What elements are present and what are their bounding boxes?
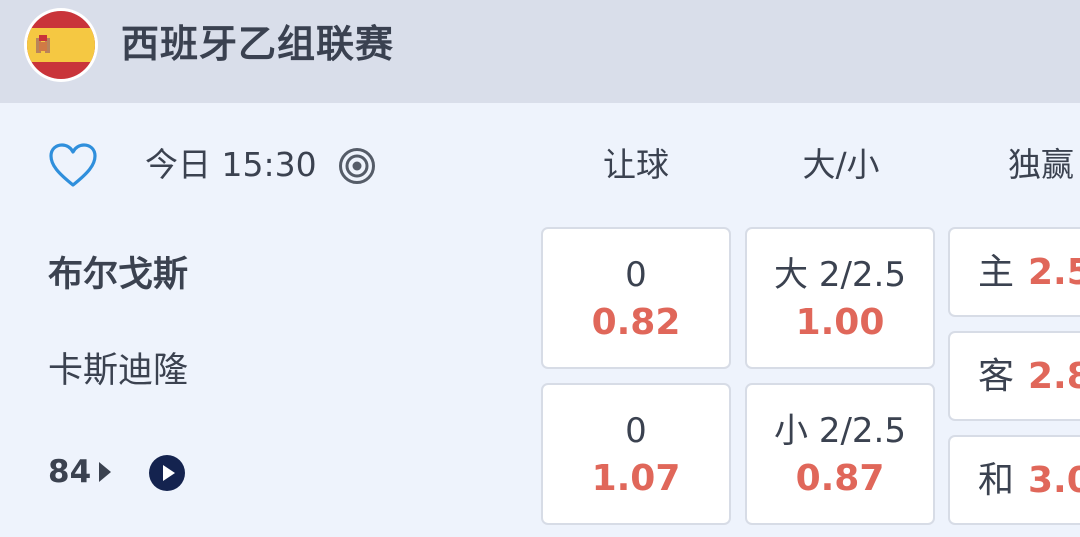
handicap-home-cell[interactable]: 0 0.82 [541,227,731,369]
handicap-odds: 1.07 [591,458,681,499]
handicap-odds: 0.82 [591,302,681,343]
moneyline-odds: 3.0 [1028,460,1080,501]
column-header-handicap: 让球 [603,145,669,184]
spain-flag-icon [27,11,95,79]
under-odds: 0.87 [795,458,885,499]
over-line: 大 2/2.5 [774,255,906,295]
under-cell[interactable]: 小 2/2.5 0.87 [745,383,935,525]
heart-outline-icon[interactable] [48,142,98,188]
moneyline-label: 客 [978,356,1015,397]
column-header-over-under: 大/小 [802,145,880,184]
moneyline-label: 主 [978,252,1015,293]
match-time: 今日 15:30 [145,145,317,184]
moneyline-label: 和 [978,460,1015,501]
moneyline-away-cell[interactable]: 客 2.8 [948,331,1080,421]
handicap-line: 0 [625,255,647,295]
over-odds: 1.00 [795,302,885,343]
moneyline-odds: 2.5 [1028,252,1080,293]
away-team: 卡斯迪隆 [48,351,189,391]
moneyline-odds: 2.8 [1028,356,1080,397]
match-minute: 84 [48,454,92,490]
moneyline-draw-cell[interactable]: 和 3.0 [948,435,1080,525]
column-header-moneyline: 独赢 [1008,145,1074,184]
home-team: 布尔戈斯 [48,255,189,295]
under-line: 小 2/2.5 [774,411,906,451]
league-header: 西班牙乙组联赛 [0,0,1080,103]
play-circle-icon[interactable] [148,454,186,492]
moneyline-home-cell[interactable]: 主 2.5 [948,227,1080,317]
handicap-line: 0 [625,411,647,451]
over-cell[interactable]: 大 2/2.5 1.00 [745,227,935,369]
handicap-away-cell[interactable]: 0 1.07 [541,383,731,525]
caret-right-icon [97,461,113,483]
league-title: 西班牙乙组联赛 [121,22,395,66]
target-icon[interactable] [338,147,376,185]
